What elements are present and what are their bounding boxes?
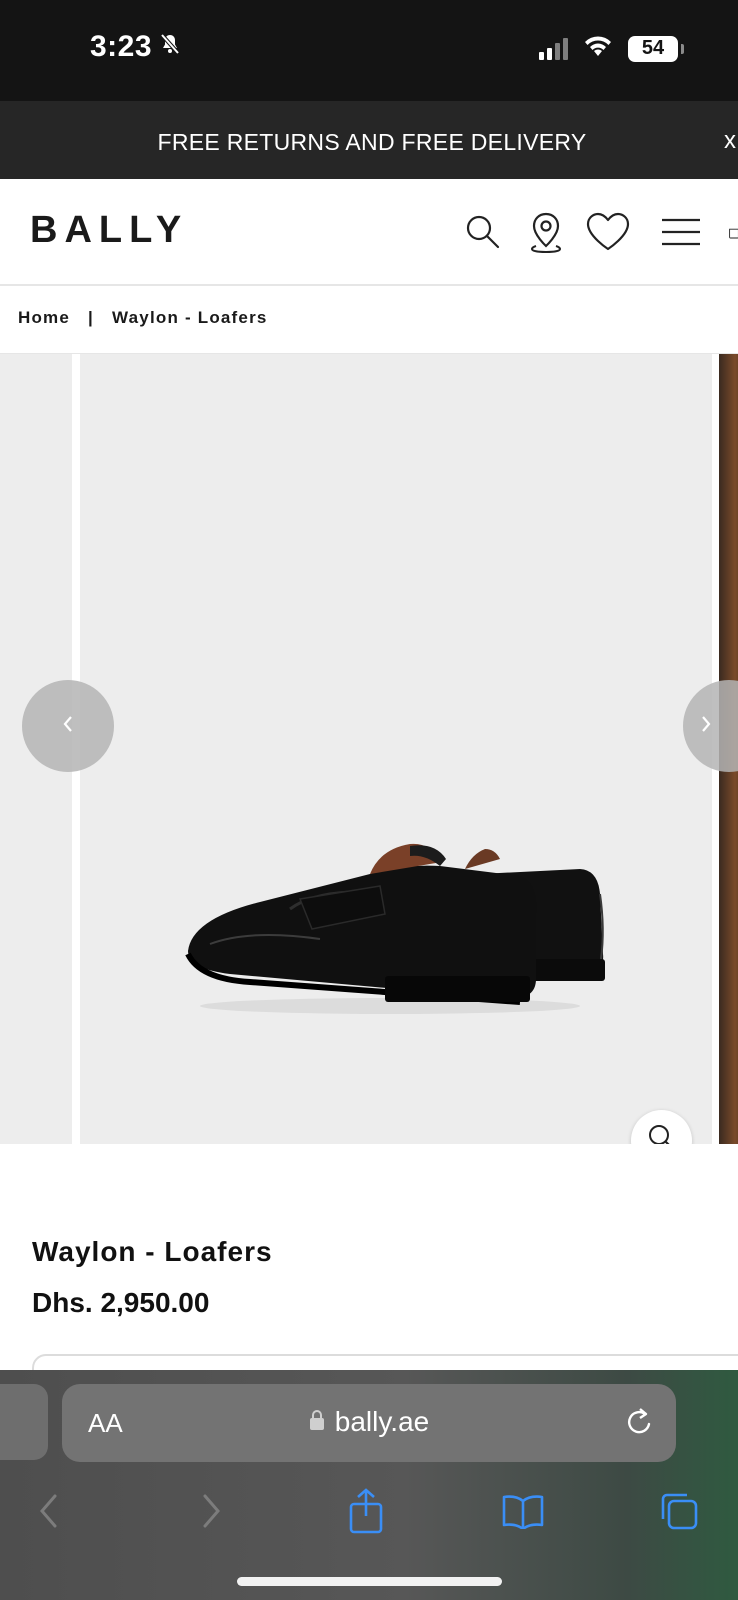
product-price: Dhs. 2,950.00 <box>32 1287 210 1318</box>
product-image-carousel[interactable] <box>0 354 738 1144</box>
product-image[interactable] <box>80 354 712 1144</box>
battery-icon: 54 <box>628 35 684 62</box>
menu-icon[interactable] <box>658 209 704 255</box>
chevron-right-icon <box>698 713 714 740</box>
loafer-illustration <box>185 843 605 1014</box>
time-text: 3:23 <box>90 30 153 63</box>
promo-close-button[interactable]: x <box>724 127 736 155</box>
breadcrumb-separator: | <box>88 308 95 327</box>
breadcrumb-home[interactable]: Home <box>18 308 70 328</box>
wishlist-heart-icon[interactable] <box>585 209 631 255</box>
carousel-prev-button[interactable] <box>22 680 114 772</box>
cellular-signal-icon <box>539 37 568 60</box>
back-icon[interactable] <box>24 1486 74 1536</box>
chevron-left-icon <box>60 713 76 740</box>
lock-icon <box>309 1406 325 1438</box>
cart-icon[interactable] <box>728 209 738 255</box>
store-locator-icon[interactable] <box>523 209 569 255</box>
url-text: bally.ae <box>334 1406 430 1437</box>
previous-tab-preview[interactable] <box>0 1384 48 1460</box>
breadcrumb-current: Waylon - Loafers <box>112 308 268 327</box>
bell-slash-icon <box>158 30 182 64</box>
home-indicator[interactable] <box>237 1577 502 1586</box>
site-header: BALLY <box>0 179 738 286</box>
status-time: 3:23 <box>90 30 182 64</box>
forward-icon[interactable] <box>186 1486 236 1536</box>
status-indicators: 54 <box>539 34 684 63</box>
wifi-icon <box>582 34 614 63</box>
product-title: Waylon - Loafers <box>32 1236 273 1267</box>
breadcrumb: Home | Waylon - Loafers <box>18 308 268 328</box>
share-icon[interactable] <box>341 1486 391 1536</box>
battery-level: 54 <box>641 37 665 59</box>
reload-icon[interactable] <box>624 1406 654 1443</box>
status-bar: 3:23 54 <box>0 0 738 101</box>
search-icon[interactable] <box>460 209 506 255</box>
zoom-icon <box>647 1123 677 1144</box>
url-display[interactable]: bally.ae <box>62 1406 676 1438</box>
address-bar[interactable]: AA bally.ae <box>62 1384 676 1462</box>
brand-logo[interactable]: BALLY <box>30 209 188 252</box>
promo-banner: FREE RETURNS AND FREE DELIVERY x <box>0 101 738 179</box>
browser-toolbar: AA bally.ae <box>0 1370 738 1600</box>
bookmarks-icon[interactable] <box>498 1486 548 1536</box>
tabs-icon[interactable] <box>654 1486 704 1536</box>
promo-text: FREE RETURNS AND FREE DELIVERY <box>157 129 587 155</box>
